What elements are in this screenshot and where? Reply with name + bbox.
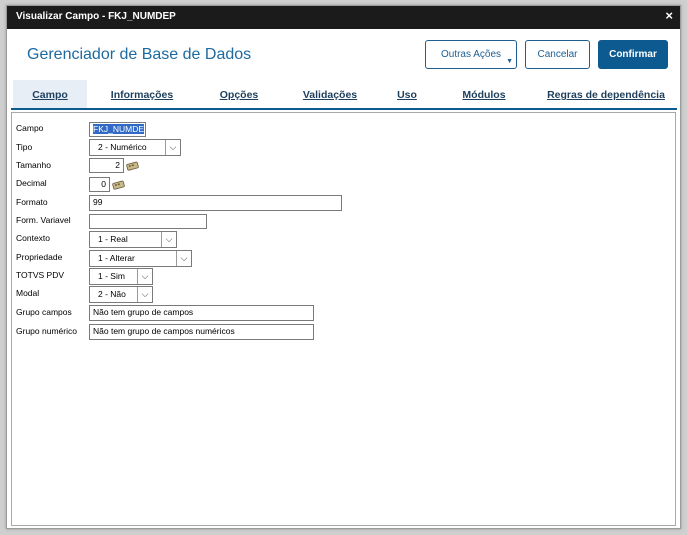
dropdown-caret-icon: ▼ <box>506 58 513 65</box>
tamanho-label: Tamanho <box>16 160 51 170</box>
modal-value: 2 - Não <box>98 289 126 299</box>
tab-opcoes[interactable]: Opções <box>213 80 265 108</box>
decimal-field[interactable]: 0 <box>89 177 110 192</box>
campo-field[interactable]: FKJ_NUMDE <box>89 122 146 137</box>
modal-select[interactable]: 2 - Não ⌵ <box>89 286 153 303</box>
propriedade-select[interactable]: 1 - Alterar ⌵ <box>89 250 192 267</box>
grupo-campos-field[interactable]: Não tem grupo de campos <box>89 305 314 321</box>
tab-informacoes[interactable]: Informações <box>103 80 181 108</box>
outras-acoes-label: Outras Ações <box>440 49 502 60</box>
formato-label: Formato <box>16 197 48 207</box>
formato-field[interactable]: 99 <box>89 195 342 211</box>
calculator-icon[interactable] <box>112 180 126 190</box>
chevron-down-icon: ⌵ <box>161 232 176 247</box>
totvs-pdv-label: TOTVS PDV <box>16 270 65 280</box>
totvs-pdv-value: 1 - Sim <box>98 271 125 281</box>
modal-label: Modal <box>16 288 40 298</box>
chevron-down-icon: ⌵ <box>165 140 180 155</box>
contexto-value: 1 - Real <box>98 234 128 244</box>
tab-bar: Campo Informações Opções Validações Uso … <box>11 80 677 110</box>
grupo-campos-label: Grupo campos <box>16 307 72 317</box>
contexto-label: Contexto <box>16 233 51 243</box>
grupo-numerico-label: Grupo numérico <box>16 326 77 336</box>
decimal-label: Decimal <box>16 178 47 188</box>
tipo-label: Tipo <box>16 142 33 152</box>
propriedade-label: Propriedade <box>16 252 63 262</box>
campo-value: FKJ_NUMDE <box>93 124 145 134</box>
chevron-down-icon: ⌵ <box>137 287 152 302</box>
title-bar: Visualizar Campo - FKJ_NUMDEP × <box>7 6 680 29</box>
tipo-value: 2 - Numérico <box>98 142 147 152</box>
tamanho-field[interactable]: 2 <box>89 158 124 173</box>
tab-campo[interactable]: Campo <box>13 80 87 108</box>
campo-label: Campo <box>16 123 44 133</box>
totvs-pdv-select[interactable]: 1 - Sim ⌵ <box>89 268 153 285</box>
tab-modulos[interactable]: Módulos <box>455 80 513 108</box>
cancel-button[interactable]: Cancelar <box>525 40 590 69</box>
tab-regras-dependencia[interactable]: Regras de dependência <box>541 80 671 108</box>
form-variavel-label: Form. Variavel <box>16 215 71 225</box>
contexto-select[interactable]: 1 - Real ⌵ <box>89 231 177 248</box>
tab-validacoes[interactable]: Validações <box>295 80 365 108</box>
app-title: Gerenciador de Base de Dados <box>27 46 252 63</box>
chevron-down-icon: ⌵ <box>176 251 191 266</box>
outras-acoes-button[interactable]: Outras Ações ▼ <box>425 40 517 69</box>
grupo-numerico-field[interactable]: Não tem grupo de campos numéricos <box>89 324 314 340</box>
close-icon[interactable]: × <box>665 9 673 23</box>
dialog-window: Visualizar Campo - FKJ_NUMDEP × Gerencia… <box>6 5 681 529</box>
form-panel: Campo FKJ_NUMDE Tipo 2 - Numérico ⌵ Tama… <box>11 112 676 526</box>
propriedade-value: 1 - Alterar <box>98 253 135 263</box>
calculator-icon[interactable] <box>126 161 140 171</box>
form-variavel-field[interactable] <box>89 214 207 229</box>
chevron-down-icon: ⌵ <box>137 269 152 284</box>
confirm-button[interactable]: Confirmar <box>598 40 668 69</box>
tipo-select[interactable]: 2 - Numérico ⌵ <box>89 139 181 156</box>
tab-uso[interactable]: Uso <box>392 80 422 108</box>
window-title: Visualizar Campo - FKJ_NUMDEP <box>16 11 176 22</box>
